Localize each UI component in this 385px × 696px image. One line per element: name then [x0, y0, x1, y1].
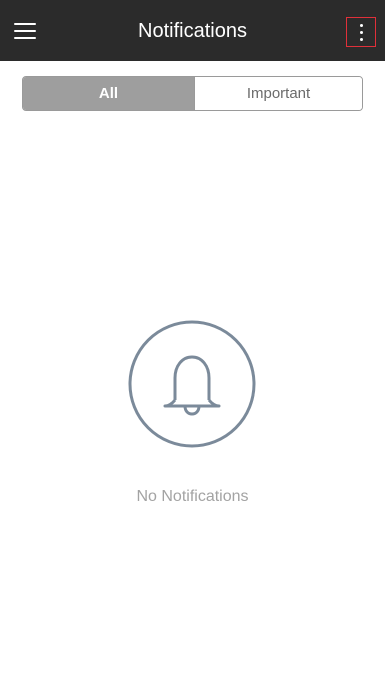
top-app-bar: Notifications — [0, 0, 385, 61]
tab-all[interactable]: All — [23, 77, 194, 110]
empty-state-message: No Notifications — [136, 488, 249, 505]
more-options-button[interactable] — [346, 17, 376, 47]
bell-icon — [128, 320, 256, 448]
notification-filter-tabs: All Important — [22, 76, 363, 111]
page-title: Notifications — [138, 20, 247, 42]
notifications-screen: Notifications All Important No Notificat… — [0, 0, 385, 696]
tab-important[interactable]: Important — [194, 77, 362, 110]
menu-button[interactable] — [8, 12, 42, 50]
